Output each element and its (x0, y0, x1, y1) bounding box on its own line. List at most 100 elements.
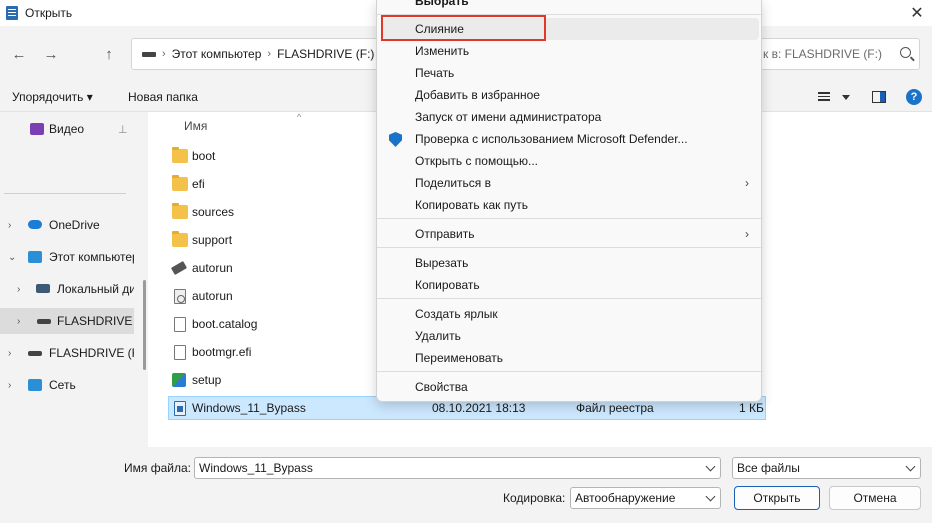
menu-item-add-favorites[interactable]: Добавить в избранное (377, 84, 763, 106)
menu-item-open-with[interactable]: Открыть с помощью... (377, 150, 763, 172)
sidebar-scrollbar[interactable] (143, 280, 146, 370)
chevron-right-icon[interactable]: › (17, 284, 20, 295)
sidebar-item-local-disk[interactable]: › Локальный диск (0, 277, 134, 301)
sidebar-item-label: FLASHDRIVE (F:) (49, 346, 134, 360)
back-button[interactable]: ← (8, 44, 30, 64)
menu-item-label: Печать (415, 66, 455, 80)
network-icon (28, 379, 42, 391)
sidebar-item-label: Сеть (49, 378, 76, 392)
registry-file-icon (174, 400, 186, 416)
filter-value: Все файлы (737, 461, 800, 475)
file-name: setup (192, 373, 222, 387)
menu-item-label: Вырезать (415, 256, 469, 270)
column-header-name[interactable]: Имя (184, 119, 207, 133)
menu-separator (377, 247, 763, 248)
menu-item-label: Добавить в избранное (415, 88, 540, 102)
help-icon[interactable]: ? (906, 89, 922, 105)
sidebar-item-flashdrive[interactable]: › FLASHDRIVE (F:) (0, 341, 134, 365)
menu-item-create-shortcut[interactable]: Создать ярлык (377, 303, 763, 325)
chevron-right-icon[interactable]: › (8, 348, 11, 359)
menu-item-delete[interactable]: Удалить (377, 325, 763, 347)
forward-button[interactable]: → (40, 44, 62, 64)
menu-item-copy[interactable]: Копировать (377, 274, 763, 296)
folder-icon (172, 175, 188, 191)
drive-icon (142, 51, 156, 57)
file-name: sources (192, 205, 235, 219)
menu-item-cut[interactable]: Вырезать (377, 252, 763, 274)
drive-icon (37, 319, 51, 324)
menu-item-send-to[interactable]: Отправить › (377, 223, 763, 245)
folder-icon (172, 147, 188, 163)
file-date: 08.10.2021 18:13 (432, 401, 526, 415)
view-options-icon[interactable] (818, 92, 830, 102)
close-button[interactable]: ✕ (902, 0, 932, 26)
menu-separator (377, 371, 763, 372)
menu-item-rename[interactable]: Переименовать (377, 347, 763, 369)
cancel-button[interactable]: Отмена (829, 486, 921, 510)
menu-item-label: Запуск от имени администратора (415, 110, 602, 124)
folder-icon (172, 231, 188, 247)
crumb-separator: › (267, 48, 272, 60)
menu-item-print[interactable]: Печать (377, 62, 763, 84)
chevron-down-icon[interactable]: ⌄ (8, 252, 16, 263)
chevron-right-icon[interactable]: › (17, 316, 20, 327)
organize-button[interactable]: Упорядочить ▾ (12, 90, 93, 104)
menu-item-properties[interactable]: Свойства (377, 376, 763, 398)
pin-icon: ⊥ (118, 123, 128, 136)
file-name: bootmgr.efi (192, 345, 252, 359)
menu-separator (377, 298, 763, 299)
menu-item-copy-path[interactable]: Копировать как путь (377, 194, 763, 216)
dialog-footer: Имя файла: Windows_11_Bypass Все файлы К… (0, 447, 932, 523)
up-button[interactable]: ↑ (98, 44, 120, 64)
menu-item-edit[interactable]: Изменить (377, 40, 763, 62)
chevron-right-icon[interactable]: › (8, 220, 11, 231)
menu-item-label: Отправить (415, 227, 475, 241)
address-bar[interactable]: › Этот компьютер › FLASHDRIVE (F:) (131, 38, 391, 70)
view-dropdown-icon[interactable] (842, 95, 850, 100)
file-icon (174, 316, 186, 332)
menu-item-label: Удалить (415, 329, 461, 343)
shield-icon (389, 132, 402, 147)
file-type: Файл реестра (576, 401, 654, 415)
file-name: boot.catalog (192, 317, 258, 331)
sort-caret-icon: ^ (297, 112, 302, 122)
menu-item-share[interactable]: Поделиться в › (377, 172, 763, 194)
sidebar-item-this-pc[interactable]: ⌄ Этот компьютер (0, 245, 134, 269)
menu-item-label: Проверка с использованием Microsoft Defe… (415, 132, 688, 146)
encoding-label: Кодировка: (503, 491, 566, 505)
chevron-right-icon[interactable]: › (8, 380, 11, 391)
filename-input[interactable]: Windows_11_Bypass (194, 457, 721, 479)
file-name: support (192, 233, 233, 247)
chevron-down-icon[interactable] (705, 491, 716, 502)
breadcrumb-flashdrive[interactable]: FLASHDRIVE (F:) (277, 47, 374, 61)
search-input[interactable]: к в: FLASHDRIVE (F:) (760, 38, 920, 70)
menu-item-defender-scan[interactable]: Проверка с использованием Microsoft Defe… (377, 128, 763, 150)
new-folder-button[interactable]: Новая папка (128, 90, 198, 104)
sidebar-item-label: OneDrive (49, 218, 100, 232)
file-type-filter[interactable]: Все файлы (732, 457, 921, 479)
sidebar-item-flashdrive-selected[interactable]: › FLASHDRIVE (F:) (0, 308, 134, 334)
file-name: boot (192, 149, 216, 163)
drive-icon (28, 351, 42, 356)
menu-item-label: Поделиться в (415, 176, 491, 190)
sidebar-item-onedrive[interactable]: › OneDrive (0, 213, 134, 237)
chevron-down-icon[interactable] (905, 461, 916, 472)
open-button[interactable]: Открыть (734, 486, 820, 510)
menu-item-label: Открыть с помощью... (415, 154, 539, 168)
breadcrumb-this-pc[interactable]: Этот компьютер (172, 47, 262, 61)
chevron-down-icon[interactable] (705, 461, 716, 472)
autorun-icon (170, 261, 188, 275)
menu-item-label: Создать ярлык (415, 307, 498, 321)
sidebar-divider (4, 193, 126, 194)
context-menu: Выбрать Слияние Изменить Печать Добавить… (376, 0, 763, 402)
menu-item-select[interactable]: Выбрать (377, 0, 763, 12)
filename-label: Имя файла: (124, 461, 191, 475)
crumb-separator: › (162, 48, 166, 60)
sidebar-item-network[interactable]: › Сеть (0, 373, 134, 397)
sidebar-item-video[interactable]: Видео ⊥ (0, 117, 134, 141)
menu-item-run-as-admin[interactable]: Запуск от имени администратора (377, 106, 763, 128)
preview-pane-icon[interactable] (872, 91, 886, 103)
encoding-select[interactable]: Автообнаружение (570, 487, 721, 509)
sidebar-item-label: FLASHDRIVE (F:) (57, 314, 134, 328)
computer-icon (28, 251, 42, 263)
